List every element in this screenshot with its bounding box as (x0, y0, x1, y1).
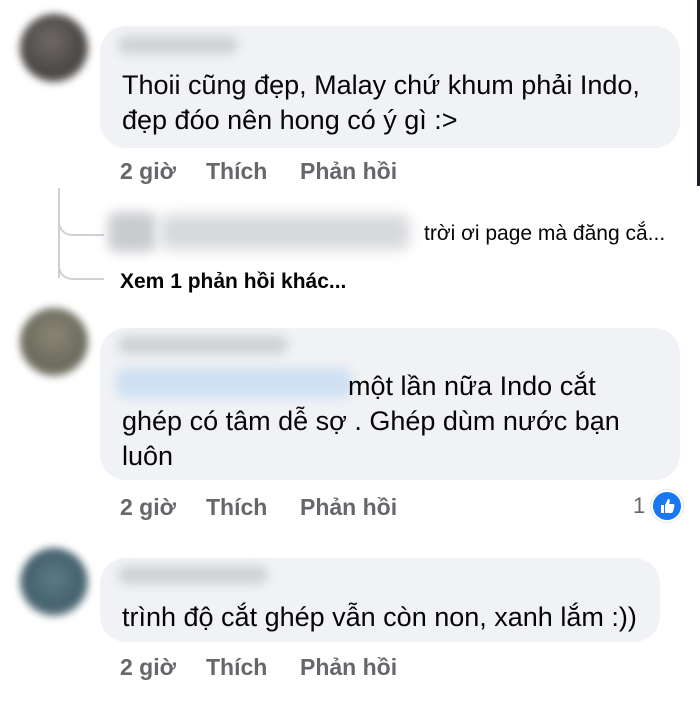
reply-button[interactable]: Phản hồi (300, 654, 397, 681)
comment-text: một lần nữa Indo cắt (348, 371, 596, 401)
avatar[interactable] (20, 14, 88, 82)
like-icon[interactable] (651, 490, 683, 522)
like-button[interactable]: Thích (206, 158, 267, 185)
reply-preview-text[interactable]: trời ơi page mà đăng cắ... (424, 222, 665, 246)
thread-connector (58, 212, 104, 236)
comment-text: luôn (122, 441, 174, 471)
like-button[interactable]: Thích (206, 654, 267, 681)
comment-text: Thoii cũng đẹp, Malay chứ khum phải Indo… (122, 70, 640, 100)
comment-text: trình độ cắt ghép vẫn còn non, xanh lắm … (122, 602, 637, 632)
comment-text: đẹp đóo nên hong có ý gì :> (122, 105, 458, 135)
avatar[interactable] (20, 548, 88, 616)
comment-text: ghép có tâm dễ sợ . Ghép dùm nước bạn (122, 406, 620, 436)
reply-button[interactable]: Phản hồi (300, 158, 397, 185)
thumbs-up-icon (661, 499, 675, 513)
commenter-name[interactable] (118, 566, 268, 584)
view-more-replies-link[interactable]: Xem 1 phản hồi khác... (120, 270, 346, 294)
reply-avatar[interactable] (108, 212, 156, 252)
commenter-name[interactable] (118, 36, 238, 54)
comment-time[interactable]: 2 giờ (120, 654, 176, 681)
like-button[interactable]: Thích (206, 494, 267, 521)
reaction-count[interactable]: 1 (633, 493, 645, 519)
commenter-name[interactable] (118, 336, 288, 354)
comment-time[interactable]: 2 giờ (120, 158, 176, 185)
thread-connector (58, 256, 104, 280)
reply-button[interactable]: Phản hồi (300, 494, 397, 521)
commenter-name-tag[interactable] (116, 368, 352, 398)
reply-author-name[interactable] (160, 214, 410, 250)
comment-time[interactable]: 2 giờ (120, 494, 176, 521)
avatar[interactable] (20, 308, 88, 376)
